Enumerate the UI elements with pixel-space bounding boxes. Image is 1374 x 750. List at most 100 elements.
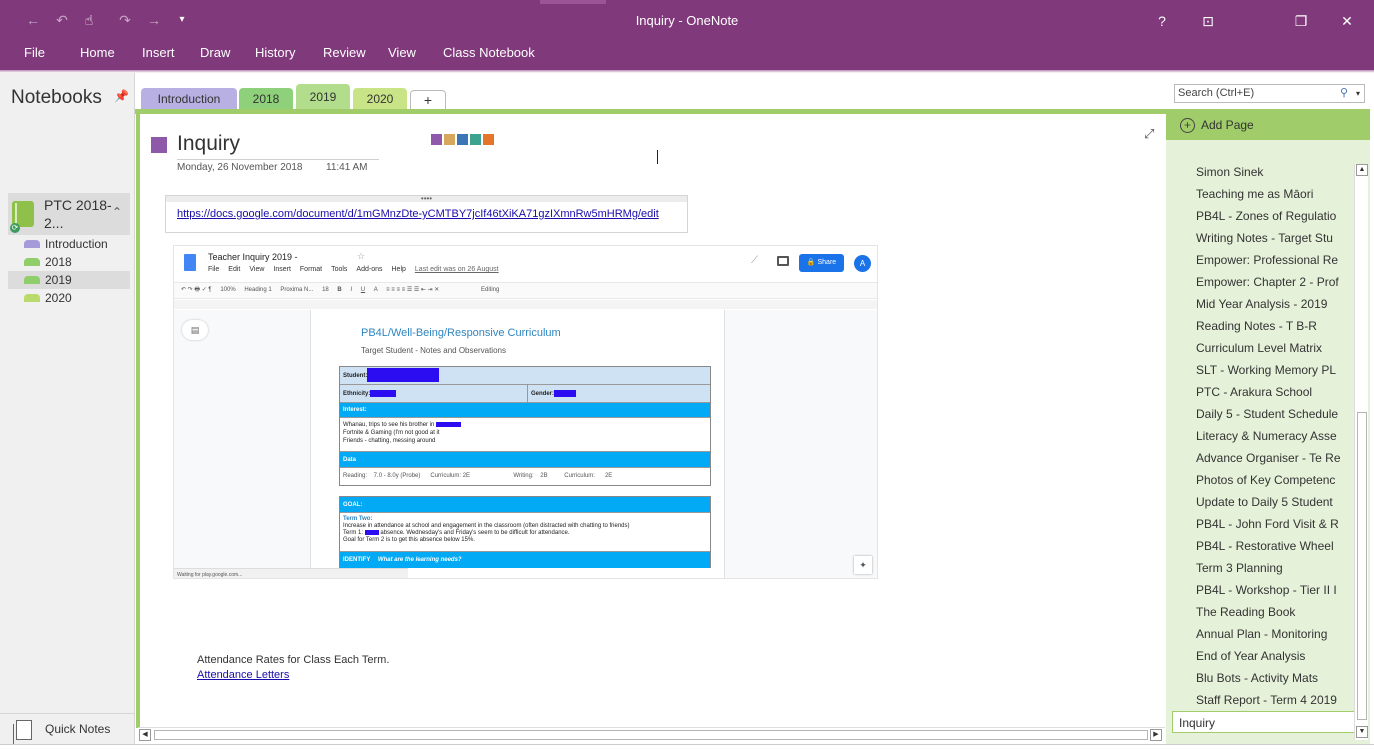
gdoc-title: Teacher Inquiry 2019 - <box>208 252 298 262</box>
section-tab-2020[interactable]: 2020 <box>353 88 407 110</box>
page-item[interactable]: Simon Sinek <box>1166 161 1356 183</box>
scroll-left-icon[interactable]: ◀ <box>139 729 151 741</box>
page-item[interactable]: Literacy & Numeracy Asse <box>1166 425 1356 447</box>
page-item[interactable]: Teaching me as Māori <box>1166 183 1356 205</box>
google-doc-link[interactable]: https://docs.google.com/document/d/1mGMn… <box>177 208 659 220</box>
notebook-ptc[interactable]: ⟳ PTC 2018-2... ⌃ <box>8 193 130 235</box>
tab-file[interactable]: File <box>24 44 45 62</box>
section-label: 2020 <box>45 291 72 305</box>
section-2018[interactable]: 2018 <box>8 253 130 271</box>
page-item[interactable]: Staff Report - Term 4 2019 <box>1166 689 1356 711</box>
section-label: 2019 <box>45 273 72 287</box>
add-section-button[interactable]: + <box>410 90 446 110</box>
identify-label: IDENTIFY <box>343 557 371 563</box>
page-item[interactable]: PTC - Arakura School <box>1166 381 1356 403</box>
redaction <box>554 389 577 397</box>
section-tab-2019[interactable]: 2019 <box>296 84 350 110</box>
page-item[interactable]: PB4L - John Ford Visit & R <box>1166 513 1356 535</box>
gdoc-header: Teacher Inquiry 2019 - ☆ File Edit View Ins… <box>174 246 877 280</box>
tab-class-notebook[interactable]: Class Notebook <box>443 44 535 62</box>
section-color-icon <box>24 294 40 302</box>
swatch-teal <box>470 134 481 145</box>
section-tab-introduction[interactable]: Introduction <box>141 88 237 110</box>
tab-draw[interactable]: Draw <box>200 44 230 62</box>
interest-line-3: Friends - chatting, messing around <box>343 438 436 444</box>
container-grip-icon[interactable]: •••• <box>166 195 687 203</box>
scroll-right-icon[interactable]: ▶ <box>1150 729 1162 741</box>
page-item[interactable]: Empower: Chapter 2 - Prof <box>1166 271 1356 293</box>
interest-line-2: Fortnite & Gaming (I'm not good at it <box>343 430 440 436</box>
italic-icon: I <box>350 287 353 293</box>
gdoc-share-label: Share <box>817 259 837 266</box>
page-title[interactable]: Inquiry <box>177 132 240 156</box>
gdoc-share-button: 🔒 Share <box>799 254 844 272</box>
scroll-down-icon[interactable]: ▼ <box>1356 726 1368 738</box>
tab-insert[interactable]: Insert <box>142 44 175 62</box>
table-row: Student: <box>340 367 710 385</box>
redaction <box>370 389 397 397</box>
goal-line-1: Increase in attendance at school and eng… <box>343 523 630 529</box>
tab-history[interactable]: History <box>255 44 295 62</box>
page-item[interactable]: Annual Plan - Monitoring <box>1166 623 1356 645</box>
search-icon[interactable]: ⚲ <box>1340 85 1348 102</box>
attendance-letters-link[interactable]: Attendance Letters <box>197 669 289 681</box>
notebook-name: PTC 2018-2... <box>44 197 112 231</box>
chevron-up-icon[interactable]: ⌃ <box>112 205 122 219</box>
gdoc-ruler <box>174 300 877 309</box>
search-input[interactable]: Search (Ctrl+E) ⚲ ▾ <box>1174 84 1365 103</box>
page-item[interactable]: The Reading Book <box>1166 601 1356 623</box>
page-item[interactable]: Empower: Professional Re <box>1166 249 1356 271</box>
page-item[interactable]: Daily 5 - Student Schedule <box>1166 403 1356 425</box>
page-item[interactable]: Reading Notes - T B-R <box>1166 315 1356 337</box>
tab-view[interactable]: View <box>388 44 416 62</box>
close-button[interactable]: ✕ <box>1332 10 1362 32</box>
page-item[interactable]: PB4L - Zones of Regulatio <box>1166 205 1356 227</box>
swatch-tan <box>444 134 455 145</box>
scroll-up-icon[interactable]: ▲ <box>1356 164 1368 176</box>
page-horizontal-scrollbar[interactable]: ◀ ▶ <box>138 727 1165 741</box>
page-item[interactable]: PB4L - Workshop - Tier II I <box>1166 579 1356 601</box>
page-item[interactable]: Advance Organiser - Te Re <box>1166 447 1356 469</box>
swatch-purple <box>431 134 442 145</box>
help-button[interactable]: ? <box>1147 10 1177 32</box>
scroll-thumb[interactable] <box>154 730 1148 740</box>
student-table: Student: Ethnicity: Gender: Interest: Wh… <box>339 366 711 486</box>
expand-icon[interactable]: ⤢ <box>1144 126 1154 142</box>
gdoc-menu: File Edit View Insert Format Tools Add-ons Help… <box>208 266 508 273</box>
ribbon-display-button[interactable]: ⊡ <box>1193 10 1223 32</box>
page-item[interactable]: PB4L - Restorative Wheel <box>1166 535 1356 557</box>
page-list-scrollbar[interactable]: ▲ ▼ <box>1354 164 1368 740</box>
restore-button[interactable]: ❐ <box>1286 10 1316 32</box>
color-swatches <box>431 132 496 150</box>
add-page-button[interactable]: + Add Page <box>1166 110 1370 140</box>
chevron-down-icon[interactable]: ▾ <box>1356 85 1360 102</box>
scroll-thumb[interactable] <box>1357 412 1367 720</box>
page-item[interactable]: Blu Bots - Activity Mats <box>1166 667 1356 689</box>
page-item-selected[interactable]: Inquiry <box>1172 711 1356 733</box>
undo-icon: ↶ ↷ 🖶 ✓ ¶ <box>181 287 212 293</box>
ethnicity-label: Ethnicity: <box>343 391 371 397</box>
link-note-container[interactable]: •••• https://docs.google.com/document/d/… <box>165 195 688 233</box>
page-item[interactable]: End of Year Analysis <box>1166 645 1356 667</box>
page-item[interactable]: SLT - Working Memory PL <box>1166 359 1356 381</box>
table-row: Data <box>340 452 710 468</box>
pin-icon[interactable]: 📌 <box>114 89 129 103</box>
section-introduction[interactable]: Introduction <box>8 235 130 253</box>
page-item[interactable]: Curriculum Level Matrix <box>1166 337 1356 359</box>
page-item[interactable]: Mid Year Analysis - 2019 <box>1166 293 1356 315</box>
text-color-icon: A <box>373 287 378 293</box>
redaction <box>367 368 440 383</box>
text-cursor <box>657 150 658 164</box>
section-2019[interactable]: 2019 <box>8 271 130 289</box>
page-item[interactable]: Term 3 Planning <box>1166 557 1356 579</box>
page-item[interactable]: Photos of Key Competenc <box>1166 469 1356 491</box>
section-2020[interactable]: 2020 <box>8 289 130 307</box>
section-tab-2018[interactable]: 2018 <box>239 88 293 110</box>
page-item[interactable]: Update to Daily 5 Student <box>1166 491 1356 513</box>
tab-review[interactable]: Review <box>323 44 366 62</box>
page-item[interactable]: Writing Notes - Target Stu <box>1166 227 1356 249</box>
embedded-doc-screenshot: Teacher Inquiry 2019 - ☆ File Edit View Ins… <box>173 245 878 579</box>
trend-icon: ⟋ <box>751 255 758 266</box>
redaction <box>364 530 379 535</box>
tab-home[interactable]: Home <box>80 44 115 62</box>
